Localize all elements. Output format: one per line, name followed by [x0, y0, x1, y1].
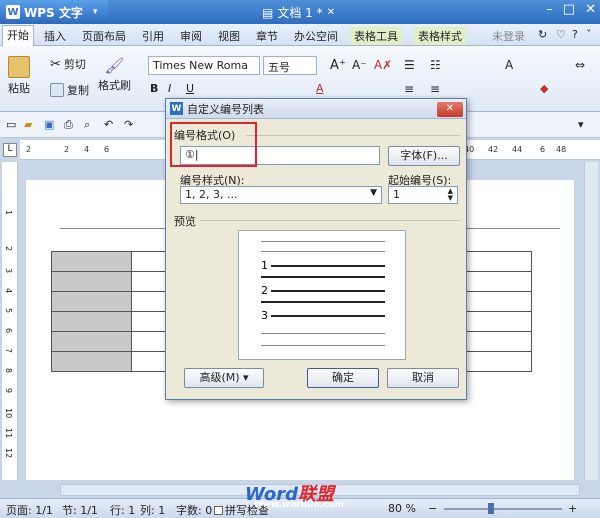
tab-references[interactable]: 引用 [138, 27, 168, 45]
table-cell[interactable] [51, 331, 132, 352]
more-tools-icon[interactable]: ⇔ [575, 58, 585, 72]
tab-view[interactable]: 视图 [214, 27, 244, 45]
wps-logo-icon: W [6, 5, 20, 19]
align-center-icon[interactable]: ≡ [430, 82, 440, 96]
grow-font-icon[interactable]: A⁺ [330, 58, 346, 73]
zoom-out-icon[interactable]: − [428, 502, 437, 515]
paste-button[interactable]: 粘贴 [8, 56, 30, 96]
vertical-ruler[interactable]: 1 2 3 4 5 6 7 8 9 10 11 12 [2, 162, 18, 480]
close-doc-icon[interactable]: ✕ [327, 7, 335, 18]
redo-icon[interactable]: ↷ [124, 118, 133, 131]
chevron-down-icon: ▼ [370, 188, 377, 198]
shrink-font-icon[interactable]: A⁻ [352, 58, 367, 72]
divider [200, 220, 460, 221]
numbering-preview: 1 2 3 [238, 230, 406, 360]
font-name-box[interactable]: Times New Roma [148, 56, 260, 75]
new-doc-icon[interactable]: ▭ [6, 118, 16, 131]
status-col: 列: 1 [140, 504, 166, 517]
document-icon: ▤ [262, 5, 274, 20]
help-icon[interactable]: ? [568, 27, 582, 42]
bold-icon[interactable]: B [150, 82, 158, 95]
italic-icon[interactable]: I [168, 82, 171, 95]
cancel-button[interactable]: 取消 [387, 368, 459, 388]
close-icon[interactable]: ✕ [437, 102, 463, 117]
tab-page-layout[interactable]: 页面布局 [78, 27, 130, 45]
zoom-slider[interactable] [444, 508, 562, 510]
start-number-stepper[interactable]: 1 ▲ ▼ [388, 186, 458, 204]
numbered-list-icon[interactable]: ☷ [430, 58, 441, 72]
text-style-icon[interactable]: A [505, 58, 513, 72]
shading-icon[interactable]: ◆ [540, 82, 548, 95]
table-cell[interactable] [51, 311, 132, 332]
highlight-annotation [170, 122, 257, 167]
window-controls: – □ ✕ [546, 2, 596, 17]
status-row: 行: 1 [110, 504, 136, 517]
advanced-button[interactable]: 高级(M) ▾ [184, 368, 264, 388]
table-cell[interactable] [51, 251, 132, 272]
dialog-title-bar[interactable]: W 自定义编号列表 [166, 99, 466, 119]
align-left-icon[interactable]: ≡ [404, 82, 414, 96]
tab-chapter[interactable]: 章节 [252, 27, 282, 45]
font-color-icon[interactable]: A [316, 82, 324, 95]
checkbox-icon [214, 505, 223, 515]
undo-icon[interactable]: ↶ [104, 118, 113, 131]
ok-button[interactable]: 确定 [307, 368, 379, 388]
scissors-icon: ✂ [50, 56, 61, 72]
font-size-box[interactable]: 五号 [263, 56, 317, 75]
print-preview-icon[interactable]: ⌕ [84, 118, 90, 132]
font-button[interactable]: 字体(F)... [388, 146, 460, 166]
title-bar: W WPS 文字 ▾ ▤ 文档 1 * ✕ – □ ✕ [0, 0, 600, 24]
clear-format-icon[interactable]: A✗ [374, 58, 392, 72]
paste-icon [8, 56, 30, 78]
tab-table-tools[interactable]: 表格工具 [350, 27, 402, 45]
dialog-title: 自定义编号列表 [187, 102, 264, 116]
table-cell[interactable] [51, 291, 132, 312]
table-cell[interactable] [51, 351, 132, 372]
zoom-level: 80 % [388, 502, 416, 515]
tab-insert[interactable]: 插入 [40, 27, 70, 45]
preview-label: 预览 [174, 215, 196, 228]
save-icon[interactable]: ▣ [44, 118, 54, 131]
close-icon[interactable]: ✕ [585, 2, 596, 17]
document-title: ▤ 文档 1 * ✕ [262, 5, 335, 21]
minimize-icon[interactable]: – [546, 2, 553, 17]
collapse-ribbon-icon[interactable]: ˇ [582, 27, 596, 42]
wps-logo-icon: W [170, 102, 183, 115]
copy-button[interactable]: 复制 [50, 82, 89, 98]
stepper-arrows-icon: ▲ ▼ [447, 187, 453, 202]
maximize-icon[interactable]: □ [563, 2, 575, 17]
number-style-select[interactable]: 1, 2, 3, ... ▼ [180, 186, 382, 204]
zoom-slider-handle[interactable] [488, 503, 494, 514]
status-words: 字数: 0 [176, 504, 213, 517]
login-status[interactable]: 未登录 [488, 27, 529, 45]
status-section: 节: 1/1 [62, 504, 98, 517]
brush-icon: 🖌 [104, 56, 125, 75]
toolbar-options-icon[interactable]: ▾ [578, 118, 584, 131]
table-cell[interactable] [51, 271, 132, 292]
bullet-list-icon[interactable]: ☰ [404, 58, 415, 72]
divider [246, 135, 460, 136]
open-icon[interactable]: ▰ [24, 118, 32, 131]
tab-home[interactable]: 开始 [2, 25, 34, 46]
chevron-down-icon: ▾ [92, 7, 98, 17]
tab-stop-icon[interactable]: L [3, 143, 17, 157]
status-page: 页面: 1/1 [6, 504, 53, 517]
tab-review[interactable]: 审阅 [176, 27, 206, 45]
watermark-url: www.wordlm.com [254, 500, 344, 510]
format-painter-button[interactable]: 🖌 格式刷 [98, 56, 131, 93]
underline-icon[interactable]: U [186, 82, 194, 95]
menu-bar: 开始 插入 页面布局 引用 审阅 视图 章节 办公空间 表格工具 表格样式 未登… [0, 24, 600, 46]
cut-button[interactable]: ✂ 剪切 [50, 56, 86, 72]
app-menu-button[interactable]: W WPS 文字 ▾ [0, 0, 108, 24]
zoom-in-icon[interactable]: + [568, 502, 577, 515]
copy-icon [50, 83, 64, 97]
update-icon[interactable]: ↻ [534, 27, 551, 42]
vertical-scrollbar[interactable] [584, 162, 598, 480]
tab-table-style[interactable]: 表格样式 [414, 27, 466, 45]
tab-office-space[interactable]: 办公空间 [290, 27, 342, 45]
print-icon[interactable]: ⎙ [64, 118, 73, 132]
app-name: WPS 文字 [24, 5, 83, 20]
